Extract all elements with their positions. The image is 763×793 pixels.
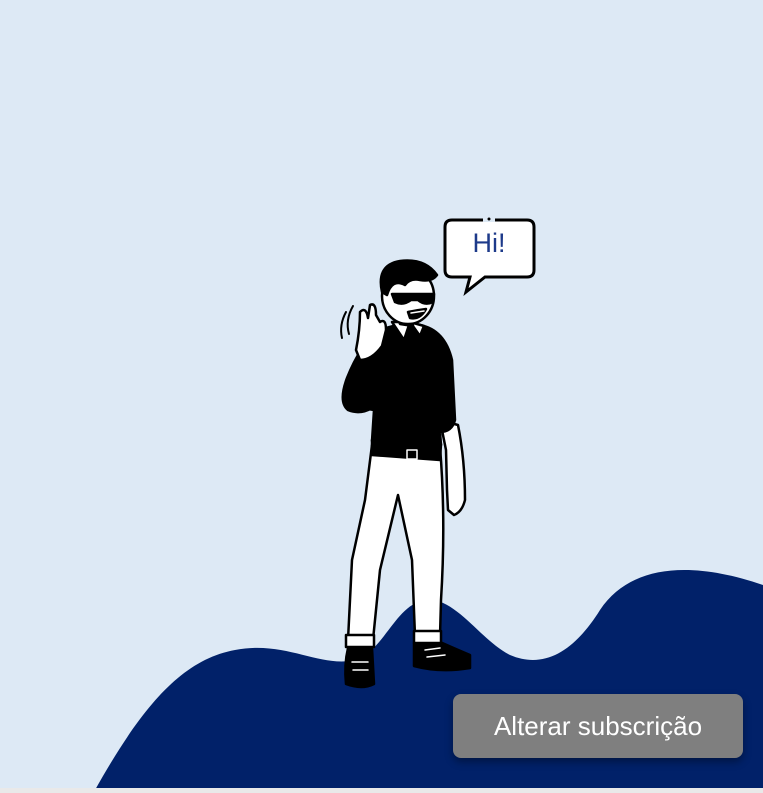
speech-bubble-text: Hi! bbox=[472, 228, 506, 258]
illustration-scene bbox=[95, 216, 763, 793]
bottom-divider bbox=[0, 788, 763, 793]
change-subscription-button[interactable]: Alterar subscrição bbox=[453, 694, 743, 758]
